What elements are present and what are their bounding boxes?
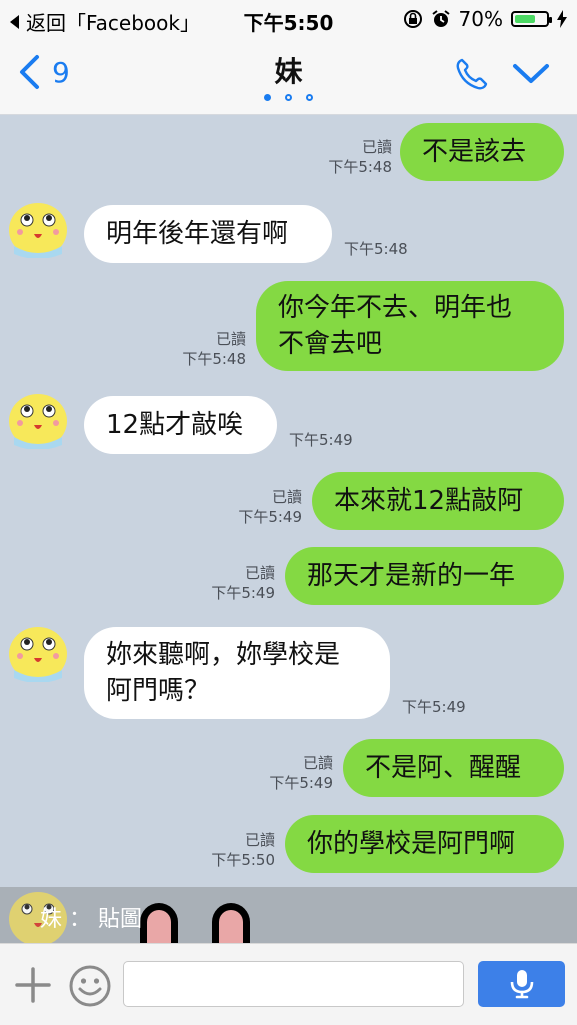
message-time: 下午5:48	[182, 350, 246, 368]
message-line: 阿門嗎？	[106, 676, 211, 706]
contact-avatar[interactable]	[8, 198, 68, 258]
read-receipt: 已讀	[244, 564, 275, 582]
outgoing-message[interactable]: 你今年不去、明年也 不會去吧	[256, 281, 564, 371]
status-bar: 返回「Facebook」 下午5:50 70%	[0, 0, 577, 36]
message-time: 下午5:49	[269, 774, 333, 792]
battery-percent: 70%	[458, 7, 503, 31]
message-meta: 已讀 下午5:49	[180, 563, 275, 603]
message-time: 下午5:49	[402, 698, 466, 716]
outgoing-message[interactable]: 本來就12點敲阿	[312, 472, 564, 530]
outgoing-message[interactable]: 不是阿、醒醒	[343, 739, 564, 797]
plus-icon	[15, 967, 51, 1003]
rotation-lock-icon	[403, 10, 422, 28]
add-button[interactable]	[14, 966, 52, 1008]
page-dot	[264, 94, 271, 101]
phone-icon	[456, 58, 488, 90]
message-time: 下午5:48	[328, 158, 392, 176]
page-dot	[306, 94, 313, 101]
outgoing-message[interactable]: 你的學校是阿門啊	[285, 815, 564, 873]
outgoing-message[interactable]: 不是該去	[400, 123, 564, 181]
read-receipt: 已讀	[361, 138, 392, 156]
chat-area[interactable]: 已讀 下午5:48 不是該去 明年後年還有啊 下午5:48 已讀 下午5:48 …	[0, 115, 577, 887]
read-receipt: 已讀	[244, 831, 275, 849]
message-input[interactable]	[123, 961, 464, 1007]
read-receipt: 已讀	[302, 754, 333, 772]
read-receipt: 已讀	[271, 488, 302, 506]
incoming-message[interactable]: 12點才敲唉	[84, 396, 277, 454]
contact-avatar[interactable]	[8, 389, 68, 449]
message-time: 下午5:48	[344, 240, 408, 258]
outgoing-message[interactable]: 那天才是新的一年	[285, 547, 564, 605]
contact-avatar[interactable]	[8, 622, 68, 682]
message-meta: 已讀 下午5:49	[208, 487, 302, 527]
message-line: 妳來聽啊，妳學校是	[106, 640, 341, 670]
read-receipt: 已讀	[215, 330, 246, 348]
sticker-preview-text: 妹 ： 貼圖	[40, 907, 142, 932]
sticker-ear	[140, 903, 178, 943]
message-time: 下午5:49	[211, 584, 275, 602]
message-time: 下午5:50	[211, 851, 275, 869]
message-meta: 已讀 下午5:49	[238, 753, 333, 793]
message-time: 下午5:49	[238, 508, 302, 526]
smiley-icon	[69, 965, 111, 1007]
incoming-message[interactable]: 妳來聽啊，妳學校是 阿門嗎？	[84, 627, 390, 719]
message-meta: 已讀 下午5:50	[180, 830, 275, 870]
message-meta: 已讀 下午5:48	[152, 329, 246, 369]
alarm-icon	[431, 10, 450, 27]
voice-message-button[interactable]	[478, 961, 565, 1007]
message-input-bar	[0, 943, 577, 1025]
call-button[interactable]	[454, 56, 490, 96]
page-dot	[285, 94, 292, 101]
charging-bolt-icon	[557, 10, 567, 28]
page-indicator	[0, 94, 577, 101]
chevron-down-icon	[513, 64, 549, 83]
battery-icon	[511, 11, 552, 27]
microphone-icon	[510, 970, 534, 999]
chat-title: 妹	[274, 55, 303, 88]
sticker-button[interactable]	[68, 964, 112, 1012]
status-icons: 70%	[403, 7, 567, 31]
sticker-ear	[212, 903, 250, 943]
chat-header: 9 妹	[0, 36, 577, 115]
menu-toggle-button[interactable]	[512, 62, 550, 90]
message-line: 你今年不去、明年也	[278, 293, 513, 323]
message-meta: 已讀 下午5:48	[300, 137, 392, 177]
message-line: 不會去吧	[278, 329, 383, 359]
message-time: 下午5:49	[289, 431, 353, 449]
incoming-message[interactable]: 明年後年還有啊	[84, 205, 332, 263]
sticker-preview-bar[interactable]: 妹 ： 貼圖	[0, 887, 577, 943]
